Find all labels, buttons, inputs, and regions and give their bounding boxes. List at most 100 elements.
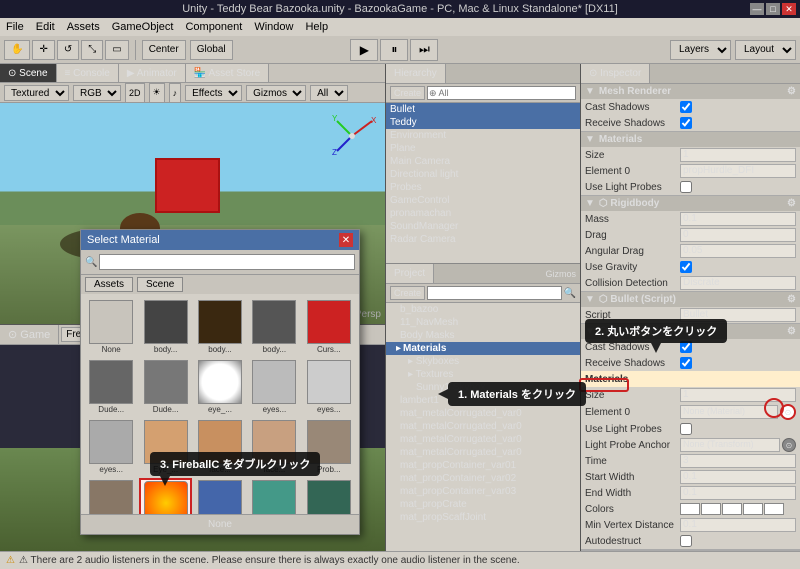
proj-item-textures[interactable]: ▸ Textures — [386, 368, 580, 381]
proj-item-navmesh[interactable]: 11_NavMesh — [386, 316, 580, 329]
tr-start-width-value[interactable]: 0.1 — [680, 470, 796, 484]
material-item-fx-e[interactable]: fx_e... — [194, 478, 246, 514]
layers-dropdown[interactable]: Layers — [670, 40, 731, 60]
proj-item-container1[interactable]: mat_propContainer_var01 — [386, 459, 580, 472]
global-button[interactable]: Global — [190, 40, 233, 60]
color-swatch-4[interactable] — [743, 503, 763, 515]
menu-gameobject[interactable]: GameObject — [112, 21, 174, 33]
tr-settings-icon[interactable]: ⚙ — [787, 326, 796, 337]
pause-button[interactable]: ⏸ — [380, 39, 408, 61]
tab-inspector[interactable]: ⊙ Inspector — [581, 64, 650, 83]
hier-item-bullet[interactable]: Bullet — [386, 103, 580, 116]
tr-min-vertex-value[interactable]: 0.1 — [680, 518, 796, 532]
mass-value[interactable]: 0.1 — [680, 212, 796, 226]
mesh-renderer-header[interactable]: ▼ Mesh Renderer ⚙ — [581, 84, 800, 99]
receive-shadows-checkbox[interactable] — [680, 117, 692, 129]
tr-end-width-value[interactable]: 0.1 — [680, 486, 796, 500]
effects-dropdown[interactable]: Effects — [185, 85, 242, 101]
tab-game[interactable]: ⊙ Game — [0, 325, 59, 344]
maximize-btn[interactable]: □ — [766, 3, 780, 15]
hierarchy-search-input[interactable] — [427, 86, 576, 100]
tr-time-value[interactable]: 3 — [680, 454, 796, 468]
menu-file[interactable]: File — [6, 21, 24, 33]
layout-dropdown[interactable]: Layout — [735, 40, 796, 60]
tr-element0-value[interactable]: None (Material) — [680, 405, 778, 419]
use-gravity-checkbox[interactable] — [680, 261, 692, 273]
proj-item-metal4[interactable]: mat_metalCorrugated_var0 — [386, 446, 580, 459]
dialog-close-btn[interactable]: ✕ — [339, 233, 353, 247]
mat-size-value[interactable]: 1 — [680, 148, 796, 162]
menu-assets[interactable]: Assets — [67, 21, 100, 33]
hier-item-teddy[interactable]: Teddy — [386, 116, 580, 129]
tr-autodestruct-checkbox[interactable] — [680, 535, 692, 547]
move-tool[interactable]: ✛ — [32, 40, 54, 60]
pivot-button[interactable]: Center — [142, 40, 186, 60]
shading-dropdown[interactable]: Textured — [4, 85, 69, 101]
proj-item-metal3[interactable]: mat_metalCorrugated_var0 — [386, 433, 580, 446]
color-swatch-1[interactable] — [680, 503, 700, 515]
color-swatch-5[interactable] — [764, 503, 784, 515]
close-btn[interactable]: ✕ — [782, 3, 796, 15]
tr-probe-anchor-btn[interactable]: ⊙ — [782, 438, 796, 452]
gizmos-dropdown[interactable]: Gizmos — [246, 85, 306, 101]
menu-component[interactable]: Component — [185, 21, 242, 33]
material-item-dude2[interactable]: Dude... — [139, 358, 191, 416]
material-item-eyes1[interactable]: eyes... — [248, 358, 300, 416]
play-button[interactable]: ▶ — [350, 39, 378, 61]
material-item-fx-f1[interactable]: fx_f... — [248, 478, 300, 514]
tr-receive-shadows-checkbox[interactable] — [680, 357, 692, 369]
hier-item-environment[interactable]: Environment — [386, 129, 580, 142]
tab-scene[interactable]: ⊙ Scene — [0, 64, 57, 82]
menu-edit[interactable]: Edit — [36, 21, 55, 33]
tab-hierarchy[interactable]: Hierarchy — [386, 64, 446, 83]
proj-item-skyboxes[interactable]: ▸ Skyboxes — [386, 355, 580, 368]
material-item-body1[interactable]: body... — [139, 298, 191, 356]
material-item-prob2[interactable]: Prob... — [85, 478, 137, 514]
tr-size-value[interactable]: 1 — [680, 388, 796, 402]
rigidbody-header[interactable]: ▼ ⬡ Rigidbody ⚙ — [581, 196, 800, 211]
hier-item-directional-light[interactable]: Directional light — [386, 168, 580, 181]
drag-value[interactable]: 0 — [680, 228, 796, 242]
material-item-body3[interactable]: body... — [248, 298, 300, 356]
color-swatch-3[interactable] — [722, 503, 742, 515]
rb-settings-icon[interactable]: ⚙ — [787, 198, 796, 209]
hier-item-soundmanager[interactable]: SoundManager — [386, 220, 580, 233]
hier-item-probes[interactable]: Probes — [386, 181, 580, 194]
material-item-dude3[interactable]: eye_... — [194, 358, 246, 416]
menu-help[interactable]: Help — [305, 21, 328, 33]
step-button[interactable]: ⏭ — [410, 39, 438, 61]
tr-light-probes-checkbox[interactable] — [680, 423, 692, 435]
proj-create-btn[interactable]: Create — [390, 286, 425, 300]
rect-tool[interactable]: ▭ — [105, 40, 128, 60]
bs-settings-icon[interactable]: ⚙ — [787, 294, 796, 305]
proj-item-container3[interactable]: mat_propContainer_var03 — [386, 485, 580, 498]
materials-header[interactable]: ▼ Materials — [581, 132, 800, 147]
color-swatch-2[interactable] — [701, 503, 721, 515]
tr-colors-swatches[interactable] — [680, 503, 796, 515]
dialog-search-input[interactable] — [99, 254, 355, 270]
tab-project[interactable]: Project — [386, 264, 434, 283]
proj-item-prop-crate[interactable]: mat_propCrate — [386, 498, 580, 511]
scale-tool[interactable]: ⤡ — [81, 40, 103, 60]
angular-drag-value[interactable]: 0.05 — [680, 244, 796, 258]
proj-item-scaff-joint[interactable]: mat_propScaffJoint — [386, 511, 580, 524]
hier-item-radar-camera[interactable]: Radar Camera — [386, 233, 580, 246]
mat-element0-value[interactable]: propHurdle_DFI — [680, 164, 796, 178]
hierarchy-create-btn[interactable]: Create — [390, 86, 425, 100]
scene-light-btn[interactable]: ☀ — [149, 83, 165, 103]
collision-detection-value[interactable]: Discrate — [680, 276, 796, 290]
proj-item-body-masks[interactable]: Body Masks — [386, 329, 580, 342]
tab-asset-store[interactable]: 🏪 Asset Store — [186, 64, 269, 82]
material-item-fx-f2[interactable]: fx_f... — [303, 478, 355, 514]
tr-element0-circle-btn[interactable]: ⊙ — [780, 404, 796, 420]
material-item-none[interactable]: None — [85, 298, 137, 356]
proj-item-materials[interactable]: ▸ Materials — [386, 342, 580, 355]
bullet-script-header[interactable]: ▼ ⬡ Bullet (Script) ⚙ — [581, 292, 800, 307]
hier-item-pronamachan[interactable]: pronamachan — [386, 207, 580, 220]
scene-audio-btn[interactable]: ♪ — [169, 83, 182, 103]
rgb-dropdown[interactable]: RGB — [73, 85, 121, 101]
tab-animator[interactable]: ▶ Animator — [119, 64, 186, 82]
minimize-btn[interactable]: — — [750, 3, 764, 15]
hier-item-gamecontrol[interactable]: GameControl — [386, 194, 580, 207]
all-dropdown[interactable]: All — [310, 85, 348, 101]
